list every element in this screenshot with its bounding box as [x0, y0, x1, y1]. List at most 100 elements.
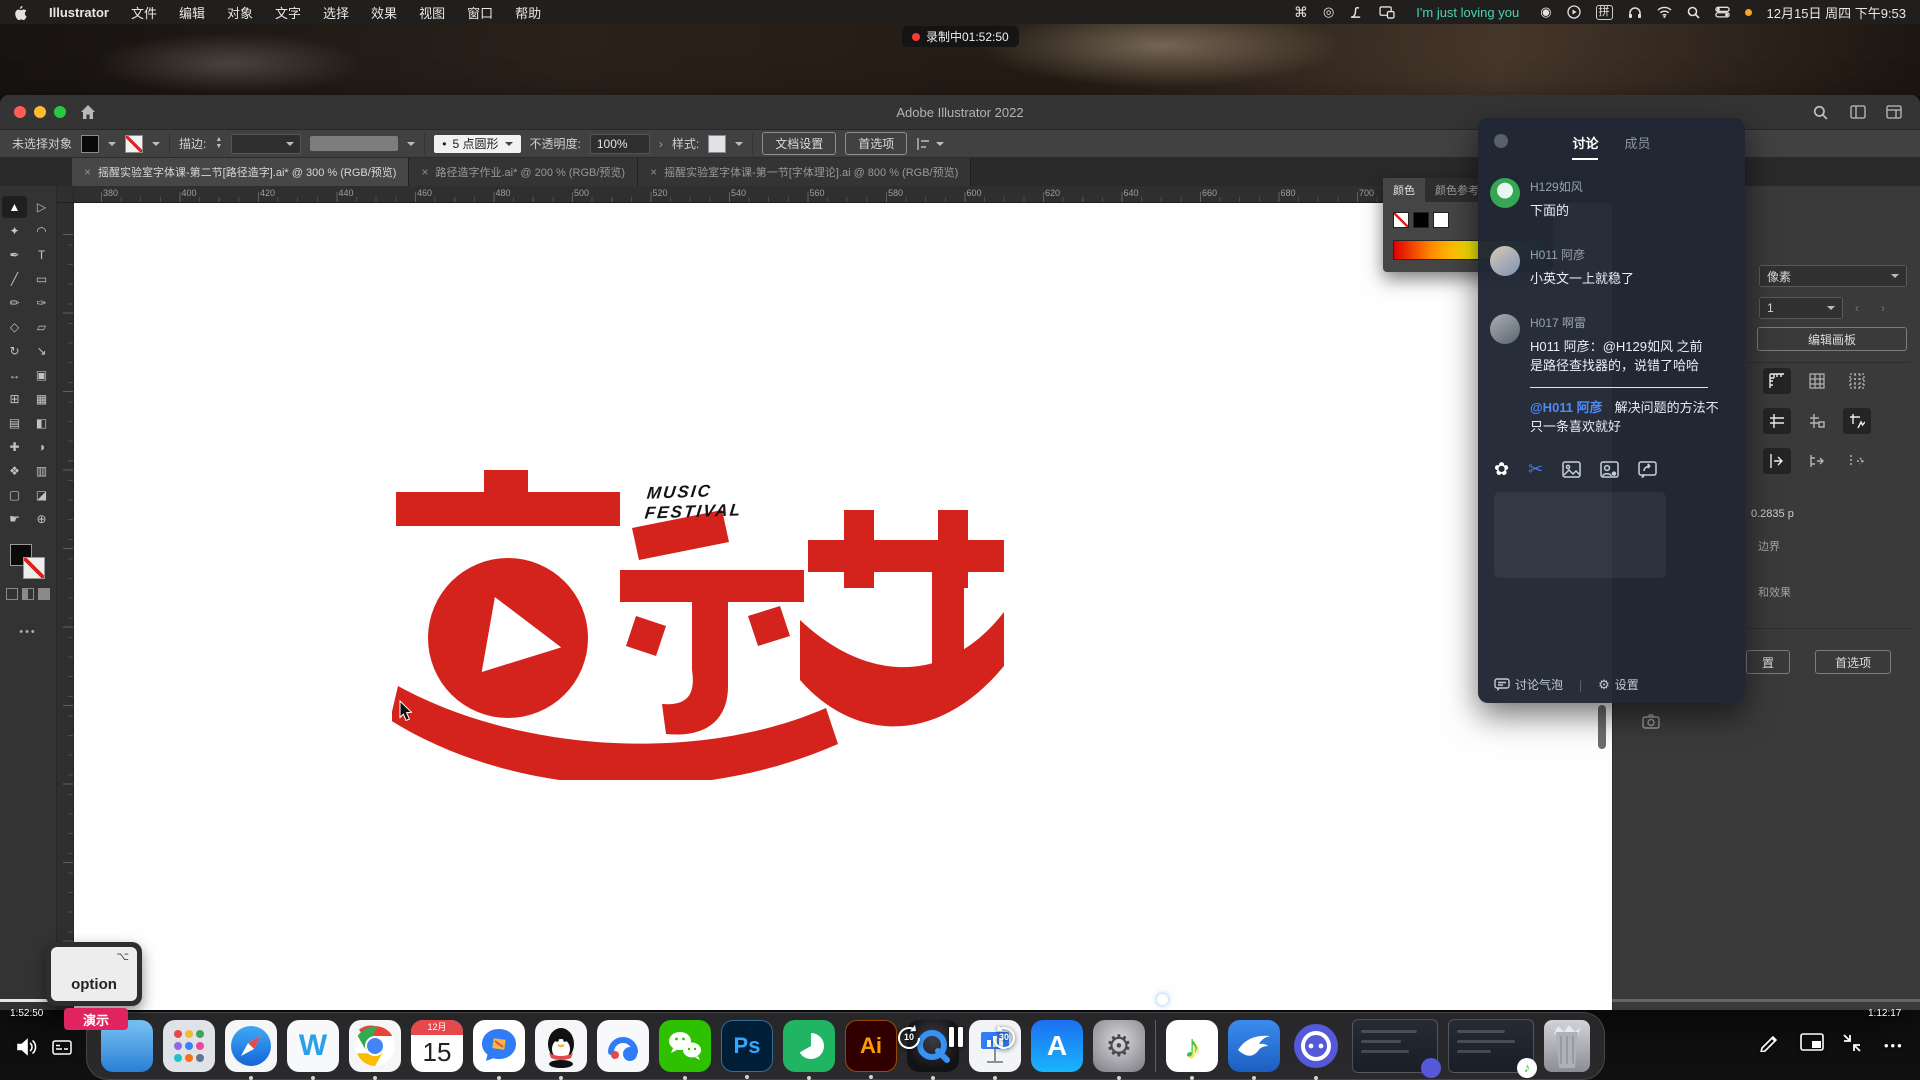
- hand-tool-icon[interactable]: ☛: [2, 508, 27, 530]
- blend-tool-icon[interactable]: ◑: [29, 436, 54, 458]
- brush-preview-swatch[interactable]: [310, 136, 398, 151]
- pen-tool-icon[interactable]: ✒: [2, 244, 27, 266]
- stroke-weight-value[interactable]: [231, 134, 301, 154]
- exit-fullscreen-icon[interactable]: [1842, 1033, 1862, 1053]
- chat-mention[interactable]: @H011 阿彦: [1530, 400, 1603, 415]
- dock-photoshop-icon[interactable]: Ps: [721, 1020, 773, 1072]
- music-app-icon[interactable]: ◉: [1540, 4, 1551, 20]
- none-color-swatch[interactable]: [1393, 212, 1409, 228]
- keystroke-app-icon[interactable]: ⌘: [1294, 4, 1308, 21]
- draw-inside-mode-icon[interactable]: [38, 588, 50, 600]
- menubar-item[interactable]: 文件: [131, 3, 157, 22]
- edit-artboard-button[interactable]: 编辑画板: [1757, 327, 1907, 351]
- tab-discussion[interactable]: 讨论: [1572, 133, 1598, 160]
- dock-app-store-icon[interactable]: A: [1031, 1020, 1083, 1072]
- dock-launchpad-icon[interactable]: [163, 1020, 215, 1072]
- dock-calendar-icon[interactable]: 12月 15: [411, 1020, 463, 1072]
- dock-safari-icon[interactable]: [225, 1020, 277, 1072]
- stroke-weight-stepper[interactable]: ▲▼: [215, 137, 222, 150]
- dock-baidu-netdisk-icon[interactable]: [597, 1020, 649, 1072]
- show-guides-icon[interactable]: [1763, 408, 1791, 434]
- sticker-flower-icon[interactable]: ✿: [1494, 460, 1509, 478]
- headphones-icon[interactable]: [1628, 6, 1642, 19]
- draw-behind-mode-icon[interactable]: [22, 588, 34, 600]
- dock-wechat-icon[interactable]: [659, 1020, 711, 1072]
- lasso-tool-icon[interactable]: ◠: [29, 220, 54, 242]
- image-icon[interactable]: [1562, 461, 1581, 478]
- black-color-swatch[interactable]: [1413, 212, 1429, 228]
- align-options-icon[interactable]: [916, 137, 944, 151]
- document-setup-button[interactable]: 文档设置: [762, 132, 836, 155]
- display-mirroring-icon[interactable]: [1379, 6, 1395, 19]
- lock-guides-icon[interactable]: [1803, 408, 1831, 434]
- menubar-item[interactable]: 窗口: [467, 3, 493, 22]
- paintbrush-tool-icon[interactable]: ✏: [2, 292, 27, 314]
- snap-to-grid-icon[interactable]: [1843, 448, 1871, 474]
- selection-tool-icon[interactable]: ▲: [2, 196, 27, 218]
- menubar-item[interactable]: 帮助: [515, 3, 541, 22]
- bubble-toggle-button[interactable]: 讨论气泡: [1494, 676, 1563, 693]
- slice-tool-icon[interactable]: ◪: [29, 484, 54, 506]
- show-grid-icon[interactable]: [1803, 368, 1831, 394]
- vertical-ruler[interactable]: [57, 203, 74, 1010]
- panel-preferences-button[interactable]: 首选项: [1815, 650, 1891, 674]
- dock-smiley-app-icon[interactable]: [1290, 1020, 1342, 1072]
- toolbar-stroke-swatch[interactable]: [23, 557, 45, 579]
- menubar-item[interactable]: Illustrator: [49, 5, 109, 20]
- perspective-grid-tool-icon[interactable]: ▦: [29, 388, 54, 410]
- now-playing-song-title[interactable]: I'm just loving you: [1416, 5, 1519, 20]
- artboard-tool-icon[interactable]: ▢: [2, 484, 27, 506]
- color-tab[interactable]: 颜色: [1383, 178, 1425, 202]
- menubar-item[interactable]: 效果: [371, 3, 397, 22]
- chat-input-field[interactable]: [1494, 492, 1666, 578]
- rectangle-tool-icon[interactable]: ▭: [29, 268, 54, 290]
- magic-wand-tool-icon[interactable]: ✦: [2, 220, 27, 242]
- dock-trash-icon[interactable]: [1544, 1020, 1590, 1072]
- avatar[interactable]: [1490, 314, 1520, 344]
- next-artboard-icon[interactable]: ›: [1881, 301, 1885, 315]
- dock-qq-icon[interactable]: [535, 1020, 587, 1072]
- preferences-button[interactable]: 首选项: [845, 132, 907, 155]
- type-tool-icon[interactable]: T: [29, 244, 54, 266]
- reset-button-partial[interactable]: 置: [1746, 650, 1790, 674]
- dock-green-note-app-icon[interactable]: [783, 1020, 835, 1072]
- dock-thunder-icon[interactable]: [1228, 1020, 1280, 1072]
- forward-30-button[interactable]: 30: [988, 1022, 1020, 1054]
- fill-color-swatch[interactable]: [81, 135, 99, 153]
- width-tool-icon[interactable]: ↔: [2, 364, 27, 386]
- menubar-item[interactable]: 选择: [323, 3, 349, 22]
- input-method-icon[interactable]: 拼: [1596, 5, 1613, 20]
- menubar-item[interactable]: 对象: [227, 3, 253, 22]
- control-center-icon[interactable]: [1715, 6, 1730, 18]
- arrange-documents-icon[interactable]: [1850, 105, 1866, 119]
- document-tab-1[interactable]: × 摇醒实验室字体课-第二节[路径造字].ai* @ 300 % (RGB/预览…: [72, 158, 409, 186]
- edit-toolbar-ellipsis-icon[interactable]: •••: [0, 626, 56, 638]
- apple-logo-icon[interactable]: [14, 5, 27, 20]
- stroke-color-swatch[interactable]: [125, 135, 143, 153]
- snap-to-point-icon[interactable]: [1803, 448, 1831, 474]
- document-tab-3[interactable]: × 摇醒实验室字体课-第一节[字体理论].ai @ 800 % (RGB/预览): [638, 158, 971, 186]
- stroke-chevron-icon[interactable]: [152, 142, 160, 150]
- mesh-tool-icon[interactable]: ▤: [2, 412, 27, 434]
- menubar-item[interactable]: 视图: [419, 3, 445, 22]
- white-color-swatch[interactable]: [1433, 212, 1449, 228]
- panel-dock-camera-icon[interactable]: [1642, 714, 1660, 729]
- screen-recording-indicator[interactable]: 录制中01:52:50: [902, 26, 1019, 47]
- units-select[interactable]: 像素: [1759, 265, 1907, 287]
- wifi-icon[interactable]: [1657, 6, 1672, 18]
- people-image-icon[interactable]: [1600, 461, 1619, 478]
- previous-artboard-icon[interactable]: ‹: [1855, 301, 1859, 315]
- dock-docs-chat-app-icon[interactable]: [473, 1020, 525, 1072]
- picture-in-picture-icon[interactable]: [1800, 1033, 1824, 1051]
- shaper-tool-icon[interactable]: ◇: [2, 316, 27, 338]
- dock-system-settings-icon[interactable]: ⚙: [1093, 1020, 1145, 1072]
- document-tab-2[interactable]: × 路径造字作业.ai* @ 200 % (RGB/预览): [409, 158, 638, 186]
- swan-app-icon[interactable]: [1349, 6, 1364, 19]
- artboard-number-select[interactable]: 1: [1759, 297, 1843, 319]
- spotlight-search-icon[interactable]: [1687, 6, 1700, 19]
- workspace-switcher-icon[interactable]: [1886, 105, 1902, 119]
- close-tab-icon[interactable]: ×: [84, 165, 91, 179]
- menubar-item[interactable]: 文字: [275, 3, 301, 22]
- fill-chevron-icon[interactable]: [108, 142, 116, 150]
- annotate-pencil-icon[interactable]: [1758, 1030, 1780, 1052]
